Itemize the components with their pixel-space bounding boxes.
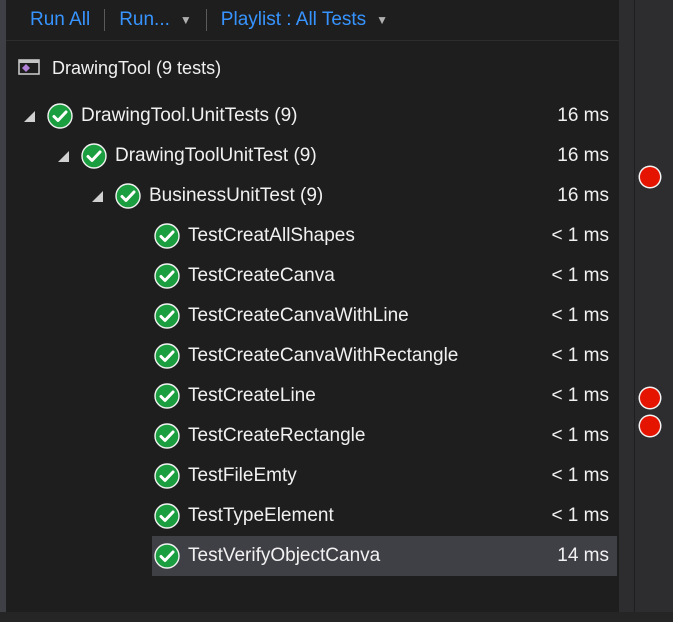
toolbar-separator xyxy=(205,9,207,31)
toolbar-divider xyxy=(6,40,619,41)
breakpoint-marker[interactable] xyxy=(640,416,660,436)
tree-node-label: DrawingToolUnitTest (9) xyxy=(115,145,317,166)
project-label: DrawingTool (9 tests) xyxy=(52,57,222,78)
tree-node-label: DrawingTool.UnitTests (9) xyxy=(81,105,298,126)
test-duration: < 1 ms xyxy=(551,465,609,486)
chevron-down-icon: ▼ xyxy=(179,13,192,27)
breakpoint-marker[interactable] xyxy=(640,388,660,408)
test-name: TestCreateRectangle xyxy=(188,425,366,446)
test-name: TestCreatAllShapes xyxy=(188,225,355,246)
passed-check-icon xyxy=(154,263,180,289)
passed-check-icon xyxy=(154,503,180,529)
passed-check-icon xyxy=(154,543,180,569)
test-name: TestVerifyObjectCanva xyxy=(188,545,381,566)
test-name: TestCreateCanva xyxy=(188,265,335,286)
bottom-border xyxy=(0,612,673,622)
run-label: Run... xyxy=(119,9,170,30)
toolbar: Run All Run... ▼ Playlist : All Tests ▼ xyxy=(6,0,619,40)
chevron-down-icon: ▼ xyxy=(376,13,389,27)
test-item[interactable]: TestCreateLine < 1 ms xyxy=(6,376,617,416)
passed-check-icon xyxy=(47,103,73,129)
test-item[interactable]: TestCreateRectangle < 1 ms xyxy=(6,416,617,456)
test-item[interactable]: TestCreatAllShapes < 1 ms xyxy=(6,216,617,256)
test-item[interactable]: TestCreateCanva < 1 ms xyxy=(6,256,617,296)
project-header[interactable]: DrawingTool (9 tests) xyxy=(18,52,221,84)
tree-node-duration: 16 ms xyxy=(557,185,609,206)
test-duration: < 1 ms xyxy=(551,505,609,526)
run-dropdown-button[interactable]: Run... ▼ xyxy=(119,9,192,31)
passed-check-icon xyxy=(154,223,180,249)
test-duration: < 1 ms xyxy=(551,425,609,446)
test-item-selected[interactable]: TestVerifyObjectCanva 14 ms xyxy=(152,536,617,576)
tree-node-class-group[interactable]: DrawingToolUnitTest (9) 16 ms xyxy=(6,136,617,176)
test-duration: < 1 ms xyxy=(551,345,609,366)
test-item[interactable]: TestFileEmty < 1 ms xyxy=(6,456,617,496)
test-duration: < 1 ms xyxy=(551,225,609,246)
tree-node-class[interactable]: BusinessUnitTest (9) 16 ms xyxy=(6,176,617,216)
test-duration: 14 ms xyxy=(557,545,609,566)
tree-node-duration: 16 ms xyxy=(557,145,609,166)
run-all-label: Run All xyxy=(30,9,91,30)
test-item[interactable]: TestTypeElement < 1 ms xyxy=(6,496,617,536)
test-explorer-panel: Run All Run... ▼ Playlist : All Tests ▼ xyxy=(6,0,619,612)
test-explorer-window: Run All Run... ▼ Playlist : All Tests ▼ xyxy=(0,0,673,622)
playlist-dropdown[interactable]: Playlist : All Tests ▼ xyxy=(221,9,388,31)
expand-toggle-icon[interactable] xyxy=(58,150,69,162)
expand-toggle-icon[interactable] xyxy=(92,190,103,202)
test-name: TestCreateLine xyxy=(188,385,316,406)
expand-toggle-icon[interactable] xyxy=(24,110,35,122)
passed-check-icon xyxy=(154,383,180,409)
passed-check-icon xyxy=(154,343,180,369)
passed-check-icon xyxy=(154,423,180,449)
run-all-button[interactable]: Run All xyxy=(30,9,90,31)
test-item[interactable]: TestCreateCanvaWithLine < 1 ms xyxy=(6,296,617,336)
test-item[interactable]: TestCreateCanvaWithRectangle < 1 ms xyxy=(6,336,617,376)
test-duration: < 1 ms xyxy=(551,305,609,326)
tree-node-label: BusinessUnitTest (9) xyxy=(149,185,324,206)
scroll-gutter[interactable] xyxy=(619,0,673,612)
test-project-icon xyxy=(18,59,40,77)
toolbar-separator xyxy=(104,9,106,31)
passed-check-icon xyxy=(154,463,180,489)
test-name: TestCreateCanvaWithLine xyxy=(188,305,409,326)
test-name: TestFileEmty xyxy=(188,465,297,486)
passed-check-icon xyxy=(154,303,180,329)
passed-check-icon xyxy=(81,143,107,169)
tree-node-duration: 16 ms xyxy=(557,105,609,126)
playlist-label: Playlist : All Tests xyxy=(220,9,367,30)
breakpoint-marker[interactable] xyxy=(640,167,660,187)
test-name: TestCreateCanvaWithRectangle xyxy=(188,345,459,366)
gutter-divider xyxy=(634,0,635,612)
test-name: TestTypeElement xyxy=(188,505,334,526)
test-duration: < 1 ms xyxy=(551,385,609,406)
tree-node-project[interactable]: DrawingTool.UnitTests (9) 16 ms xyxy=(6,96,617,136)
passed-check-icon xyxy=(115,183,141,209)
test-duration: < 1 ms xyxy=(551,265,609,286)
